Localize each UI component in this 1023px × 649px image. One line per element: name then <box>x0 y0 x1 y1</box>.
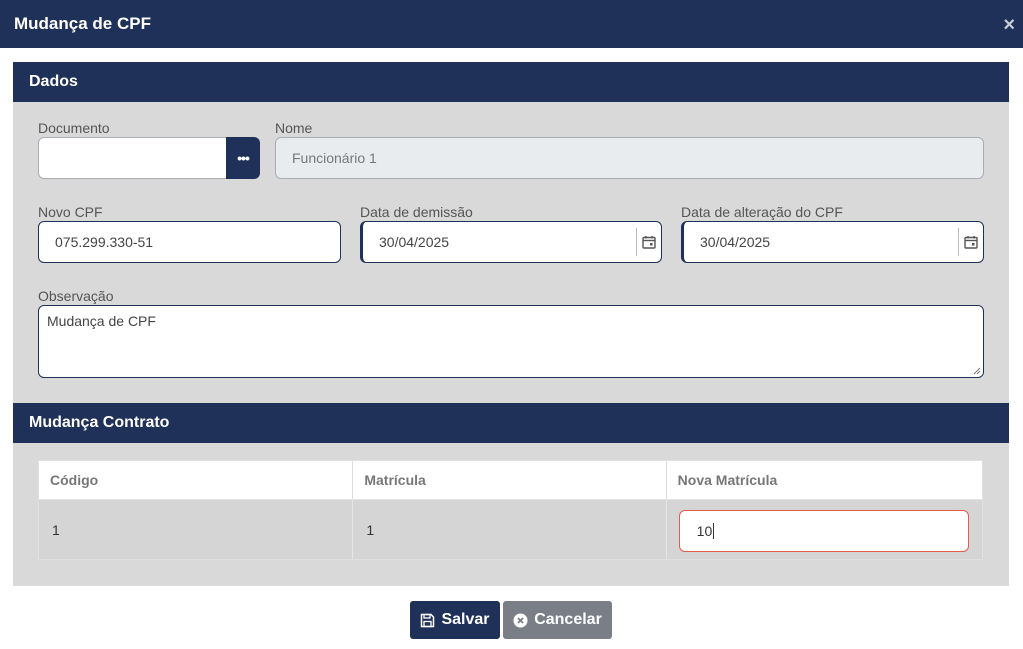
table-header: Código Matrícula Nova Matrícula <box>39 461 982 499</box>
nome-field: Funcionário 1 <box>275 137 984 179</box>
column-header-matricula[interactable]: Matrícula <box>353 461 667 499</box>
observacao-label: Observação <box>38 288 114 304</box>
section-title-contrato: Mudança Contrato <box>29 414 170 431</box>
table-row: 1 1 10 <box>39 499 982 559</box>
contrato-table: Código Matrícula Nova Matrícula 1 1 10 <box>38 460 983 560</box>
resize-handle-icon[interactable] <box>973 367 981 375</box>
data-alteracao-value: 30/04/2025 <box>700 234 771 250</box>
section-header-dados: Dados <box>13 62 1009 102</box>
cell-matricula: 1 <box>353 500 667 559</box>
section-header-contrato: Mudança Contrato <box>13 403 1009 443</box>
data-alteracao-label: Data de alteração do CPF <box>681 204 843 220</box>
cell-nova-matricula: 10 <box>667 500 982 559</box>
documento-label: Documento <box>38 120 110 136</box>
cancel-circle-icon <box>513 613 528 627</box>
nome-label: Nome <box>275 120 313 136</box>
floppy-disk-icon <box>421 613 435 627</box>
data-demissao-input[interactable]: 30/04/2025 <box>360 221 662 263</box>
nova-matricula-value: 10 <box>696 523 713 539</box>
observacao-textarea[interactable]: Mudança de CPF <box>38 305 984 378</box>
text-cursor <box>713 523 715 539</box>
dialog-titlebar: Mudança de CPF × <box>0 0 1023 48</box>
save-button-label: Salvar <box>441 611 490 628</box>
cell-codigo: 1 <box>39 500 354 559</box>
more-icon: ••• <box>237 150 250 166</box>
documento-input[interactable] <box>38 137 228 179</box>
cancel-button-label: Cancelar <box>534 611 602 628</box>
column-header-nova-matricula[interactable]: Nova Matrícula <box>667 461 982 499</box>
nova-matricula-input[interactable]: 10 <box>678 510 969 552</box>
section-body-contrato: Código Matrícula Nova Matrícula 1 1 10 <box>13 443 1009 586</box>
calendar-icon[interactable] <box>958 228 983 256</box>
column-header-codigo[interactable]: Código <box>39 461 354 499</box>
dialog-title: Mudança de CPF <box>14 14 151 33</box>
calendar-icon[interactable] <box>636 228 661 256</box>
data-demissao-label: Data de demissão <box>360 204 473 220</box>
cancel-button[interactable]: Cancelar <box>503 601 612 639</box>
section-body-dados: Documento ••• Nome Funcionário 1 Novo CP… <box>13 102 1009 403</box>
data-demissao-value: 30/04/2025 <box>379 234 450 250</box>
close-icon[interactable]: × <box>1003 14 1015 36</box>
save-button[interactable]: Salvar <box>410 601 500 639</box>
novo-cpf-input[interactable]: 075.299.330-51 <box>38 221 341 263</box>
data-alteracao-input[interactable]: 30/04/2025 <box>681 221 984 263</box>
observacao-value: Mudança de CPF <box>47 313 156 329</box>
documento-lookup-button[interactable]: ••• <box>226 137 260 179</box>
novo-cpf-label: Novo CPF <box>38 204 103 220</box>
section-title-dados: Dados <box>29 73 78 90</box>
